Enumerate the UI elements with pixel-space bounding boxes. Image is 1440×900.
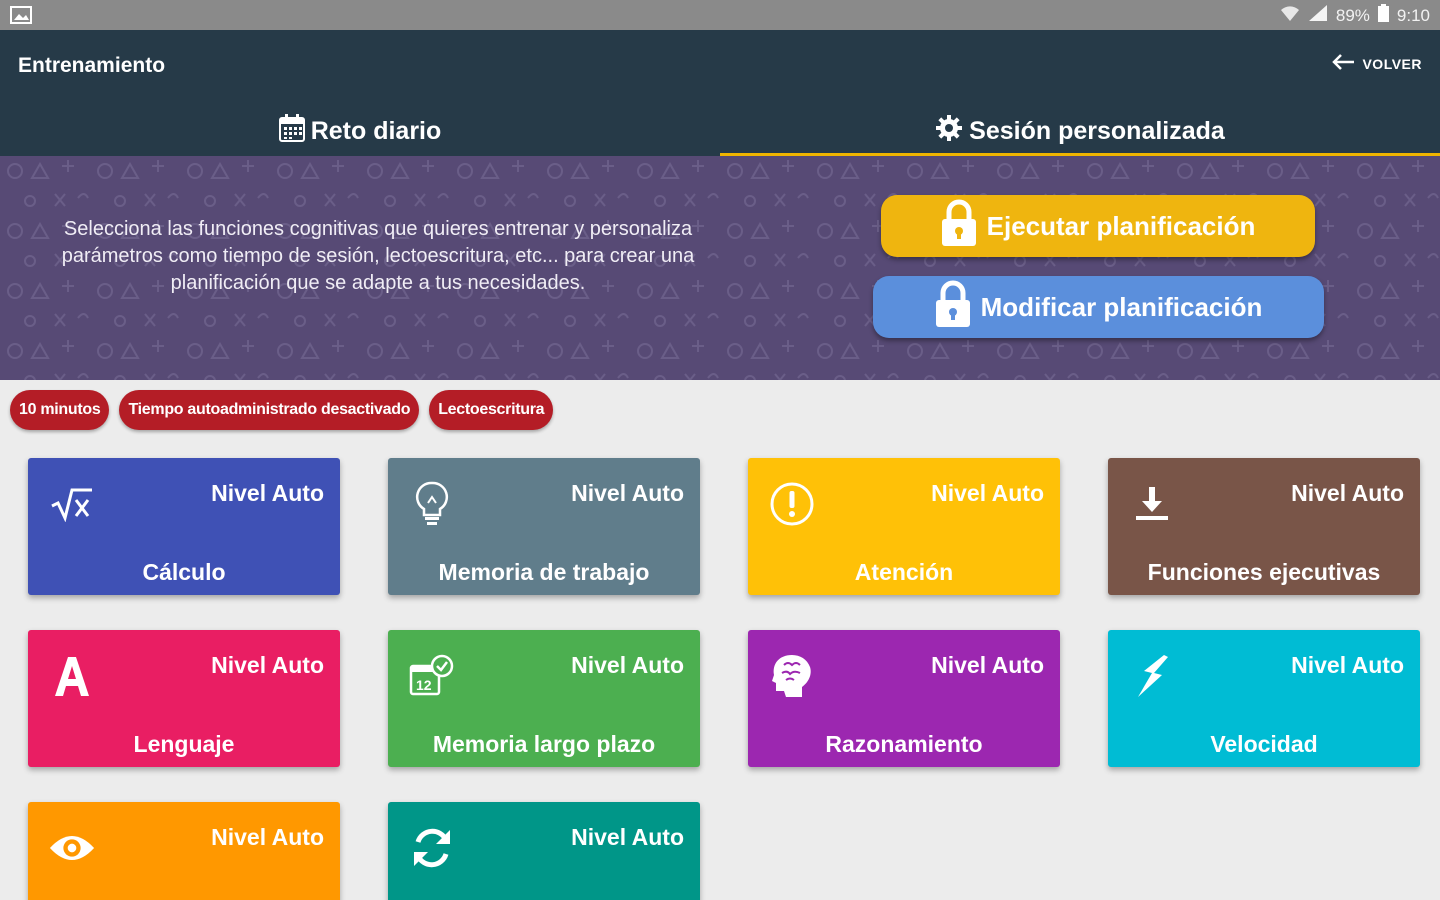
signal-icon (1308, 4, 1328, 27)
chip-session-time[interactable]: 10 minutos (10, 390, 110, 430)
tab-label: Sesión personalizada (969, 116, 1225, 145)
tab-bar: Reto diario Sesión personalizada (0, 106, 1440, 156)
card-level: Nivel Auto (211, 652, 324, 678)
gallery-notification-icon (10, 6, 32, 29)
card-name: Velocidad (1210, 731, 1318, 757)
card-lenguaje[interactable]: Nivel Auto Lenguaje (28, 630, 340, 767)
wifi-icon (1280, 4, 1300, 27)
tab-reto-diario[interactable]: Reto diario (0, 106, 720, 156)
planning-banner: Selecciona las funciones cognitivas que … (0, 156, 1440, 380)
battery-icon (1377, 4, 1389, 27)
sqrt-icon (48, 480, 96, 528)
lock-icon (935, 280, 971, 335)
svg-text:12: 12 (416, 677, 432, 693)
tab-label: Reto diario (310, 116, 442, 145)
brain-head-icon (768, 652, 816, 700)
letter-a-icon (48, 652, 96, 700)
exclamation-icon (768, 480, 816, 528)
gear-icon (935, 114, 963, 149)
card-memoria-largo-plazo[interactable]: 12 Nivel Auto Memoria largo plazo (388, 630, 700, 767)
card-level: Nivel Auto (571, 824, 684, 850)
card-percepcion[interactable]: Nivel Auto (28, 802, 340, 900)
card-name: Lenguaje (133, 731, 235, 757)
calendar-check-icon: 12 (408, 652, 456, 700)
refresh-icon (408, 824, 456, 872)
card-name: Memoria largo plazo (432, 731, 656, 757)
download-icon (1128, 480, 1176, 528)
eye-icon (48, 824, 96, 872)
card-level: Nivel Auto (1291, 480, 1404, 506)
card-atencion[interactable]: Nivel Auto Atención (748, 458, 1060, 595)
card-level: Nivel Auto (211, 480, 324, 506)
card-razonamiento[interactable]: Nivel Auto Razonamiento (748, 630, 1060, 767)
battery-percent: 89% (1335, 5, 1370, 25)
card-level: Nivel Auto (931, 652, 1044, 678)
modify-plan-button[interactable]: Modificar planificación (873, 276, 1324, 338)
lightbulb-icon (408, 480, 456, 528)
parameter-chips: 10 minutos Tiempo autoadministrado desac… (10, 390, 554, 430)
card-level: Nivel Auto (571, 652, 684, 678)
card-level: Nivel Auto (571, 480, 684, 506)
card-name: Razonamiento (825, 731, 983, 757)
lock-icon (941, 199, 977, 254)
card-calculo[interactable]: Nivel Auto Cálculo (28, 458, 340, 595)
chip-self-managed-time[interactable]: Tiempo autoadministrado desactivado (119, 390, 420, 430)
execute-plan-button[interactable]: Ejecutar planificación (881, 195, 1315, 257)
card-name: Funciones ejecutivas (1147, 559, 1381, 585)
back-button[interactable]: VOLVER (1330, 52, 1422, 75)
card-flexibilidad[interactable]: Nivel Auto (388, 802, 700, 900)
lightning-icon (1128, 652, 1176, 700)
status-bar: 89% 9:10 (0, 0, 1440, 30)
card-memoria-trabajo[interactable]: Nivel Auto Memoria de trabajo (388, 458, 700, 595)
card-level: Nivel Auto (1291, 652, 1404, 678)
chip-literacy[interactable]: Lectoescritura (429, 390, 554, 430)
clock: 9:10 (1396, 5, 1430, 25)
tab-sesion-personalizada[interactable]: Sesión personalizada (720, 106, 1440, 156)
card-funciones-ejecutivas[interactable]: Nivel Auto Funciones ejecutivas (1108, 458, 1420, 595)
card-name: Cálculo (142, 559, 226, 585)
banner-description: Selecciona las funciones cognitivas que … (61, 218, 695, 294)
card-name: Atención (854, 559, 954, 585)
arrow-left-icon (1330, 52, 1356, 75)
card-level: Nivel Auto (931, 480, 1044, 506)
modify-plan-label: Modificar planificación (980, 291, 1263, 322)
card-velocidad[interactable]: Nivel Auto Velocidad (1108, 630, 1420, 767)
app-bar: Entrenamiento VOLVER Reto diario Sesión … (0, 30, 1440, 156)
calendar-icon (278, 113, 305, 149)
card-name: Memoria de trabajo (438, 559, 650, 585)
app-title: Entrenamiento (18, 54, 166, 77)
back-label: VOLVER (1362, 55, 1422, 72)
card-level: Nivel Auto (211, 824, 324, 850)
execute-plan-label: Ejecutar planificación (986, 210, 1256, 241)
